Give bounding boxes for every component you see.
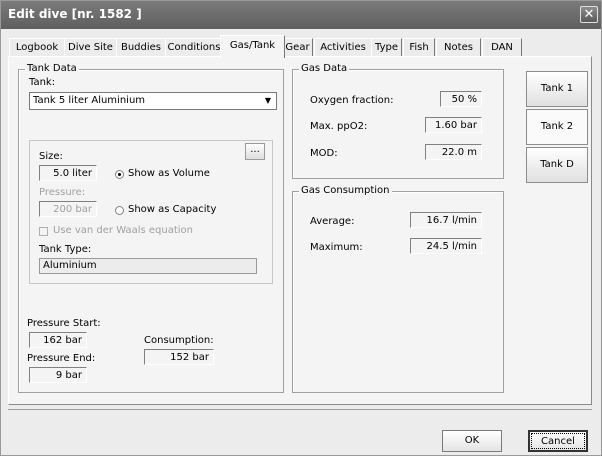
tank-type-label: Tank Type: [39, 244, 92, 255]
oxygen-fraction-value[interactable]: 50 % [440, 91, 482, 107]
cancel-button[interactable]: Cancel [528, 430, 588, 452]
tab-gear[interactable]: Gear [282, 38, 313, 57]
tank-select[interactable]: Tank 5 liter Aluminium ▼ [29, 92, 277, 110]
tank-data-title: Tank Data [25, 63, 79, 74]
window-title: Edit dive [nr. 1582 ] [8, 7, 142, 21]
size-label: Size: [39, 151, 63, 162]
close-icon[interactable]: ✕ [580, 6, 598, 23]
pressure-value: 200 bar [39, 201, 97, 217]
title-bar[interactable]: Edit dive [nr. 1582 ] ✕ [1, 1, 601, 29]
pressure-start-value[interactable]: 162 bar [29, 332, 87, 348]
tab-activities[interactable]: Activities [314, 38, 372, 57]
tank-1-button[interactable]: Tank 1 [526, 71, 588, 107]
browse-button[interactable]: ... [245, 143, 265, 160]
tab-type[interactable]: Type [371, 38, 402, 57]
tank-2-button[interactable]: Tank 2 [526, 109, 588, 145]
dialog-footer: OK Cancel [8, 409, 592, 452]
show-as-volume-label: Show as Volume [128, 168, 210, 179]
average-label: Average: [310, 216, 355, 227]
mod-label: MOD: [310, 148, 338, 159]
maximum-label: Maximum: [310, 242, 363, 253]
tank-data-group: Tank Data Tank: Tank 5 liter Aluminium ▼… [18, 63, 284, 393]
gas-data-title: Gas Data [299, 63, 350, 74]
average-value: 16.7 l/min [410, 212, 482, 228]
gas-consumption-group: Gas Consumption Average: 16.7 l/min Maxi… [292, 185, 504, 393]
pressure-label: Pressure: [39, 187, 86, 198]
tab-fish[interactable]: Fish [403, 38, 435, 57]
edit-dive-window: Edit dive [nr. 1582 ] ✕ Logbook Dive Sit… [0, 0, 602, 456]
consumption-label: Consumption: [144, 335, 214, 346]
show-as-volume-radio[interactable] [115, 170, 124, 179]
size-subgroup: Size: ... 5.0 liter Show as Volume Press… [29, 140, 273, 284]
tank-label: Tank: [29, 77, 56, 88]
gas-consumption-title: Gas Consumption [299, 185, 392, 196]
oxygen-fraction-label: Oxygen fraction: [310, 95, 394, 106]
gas-data-group: Gas Data Oxygen fraction: 50 % Max. ppO2… [292, 63, 504, 179]
size-value[interactable]: 5.0 liter [39, 165, 97, 181]
tab-gas-tank[interactable]: Gas/Tank [220, 35, 285, 58]
mod-value: 22.0 m [425, 144, 482, 160]
pressure-end-label: Pressure End: [27, 353, 96, 364]
tab-logbook[interactable]: Logbook [9, 38, 65, 57]
tab-conditions[interactable]: Conditions [165, 38, 223, 57]
tab-notes[interactable]: Notes [436, 38, 481, 57]
max-ppo2-label: Max. ppO2: [310, 121, 368, 132]
tank-select-value: Tank 5 liter Aluminium [33, 95, 146, 106]
pressure-start-label: Pressure Start: [27, 318, 101, 329]
tank-d-button[interactable]: Tank D [526, 147, 588, 183]
tab-dan[interactable]: DAN [482, 38, 522, 57]
max-ppo2-value[interactable]: 1.60 bar [425, 117, 482, 133]
gas-tank-panel: Tank Data Tank: Tank 5 liter Aluminium ▼… [8, 56, 592, 405]
show-as-capacity-radio[interactable] [115, 206, 124, 215]
pressure-end-value[interactable]: 9 bar [29, 367, 87, 383]
show-as-capacity-label: Show as Capacity [128, 204, 217, 215]
ok-button[interactable]: OK [442, 430, 502, 452]
tab-dive-site[interactable]: Dive Site [64, 38, 117, 57]
van-der-waals-checkbox [39, 227, 48, 236]
van-der-waals-label: Use van der Waals equation [53, 225, 194, 236]
tab-buddies[interactable]: Buddies [116, 38, 166, 57]
tank-type-field[interactable]: Aluminium [39, 258, 257, 274]
chevron-down-icon[interactable]: ▼ [262, 95, 274, 107]
maximum-value: 24.5 l/min [410, 238, 482, 254]
consumption-value: 152 bar [144, 349, 214, 365]
